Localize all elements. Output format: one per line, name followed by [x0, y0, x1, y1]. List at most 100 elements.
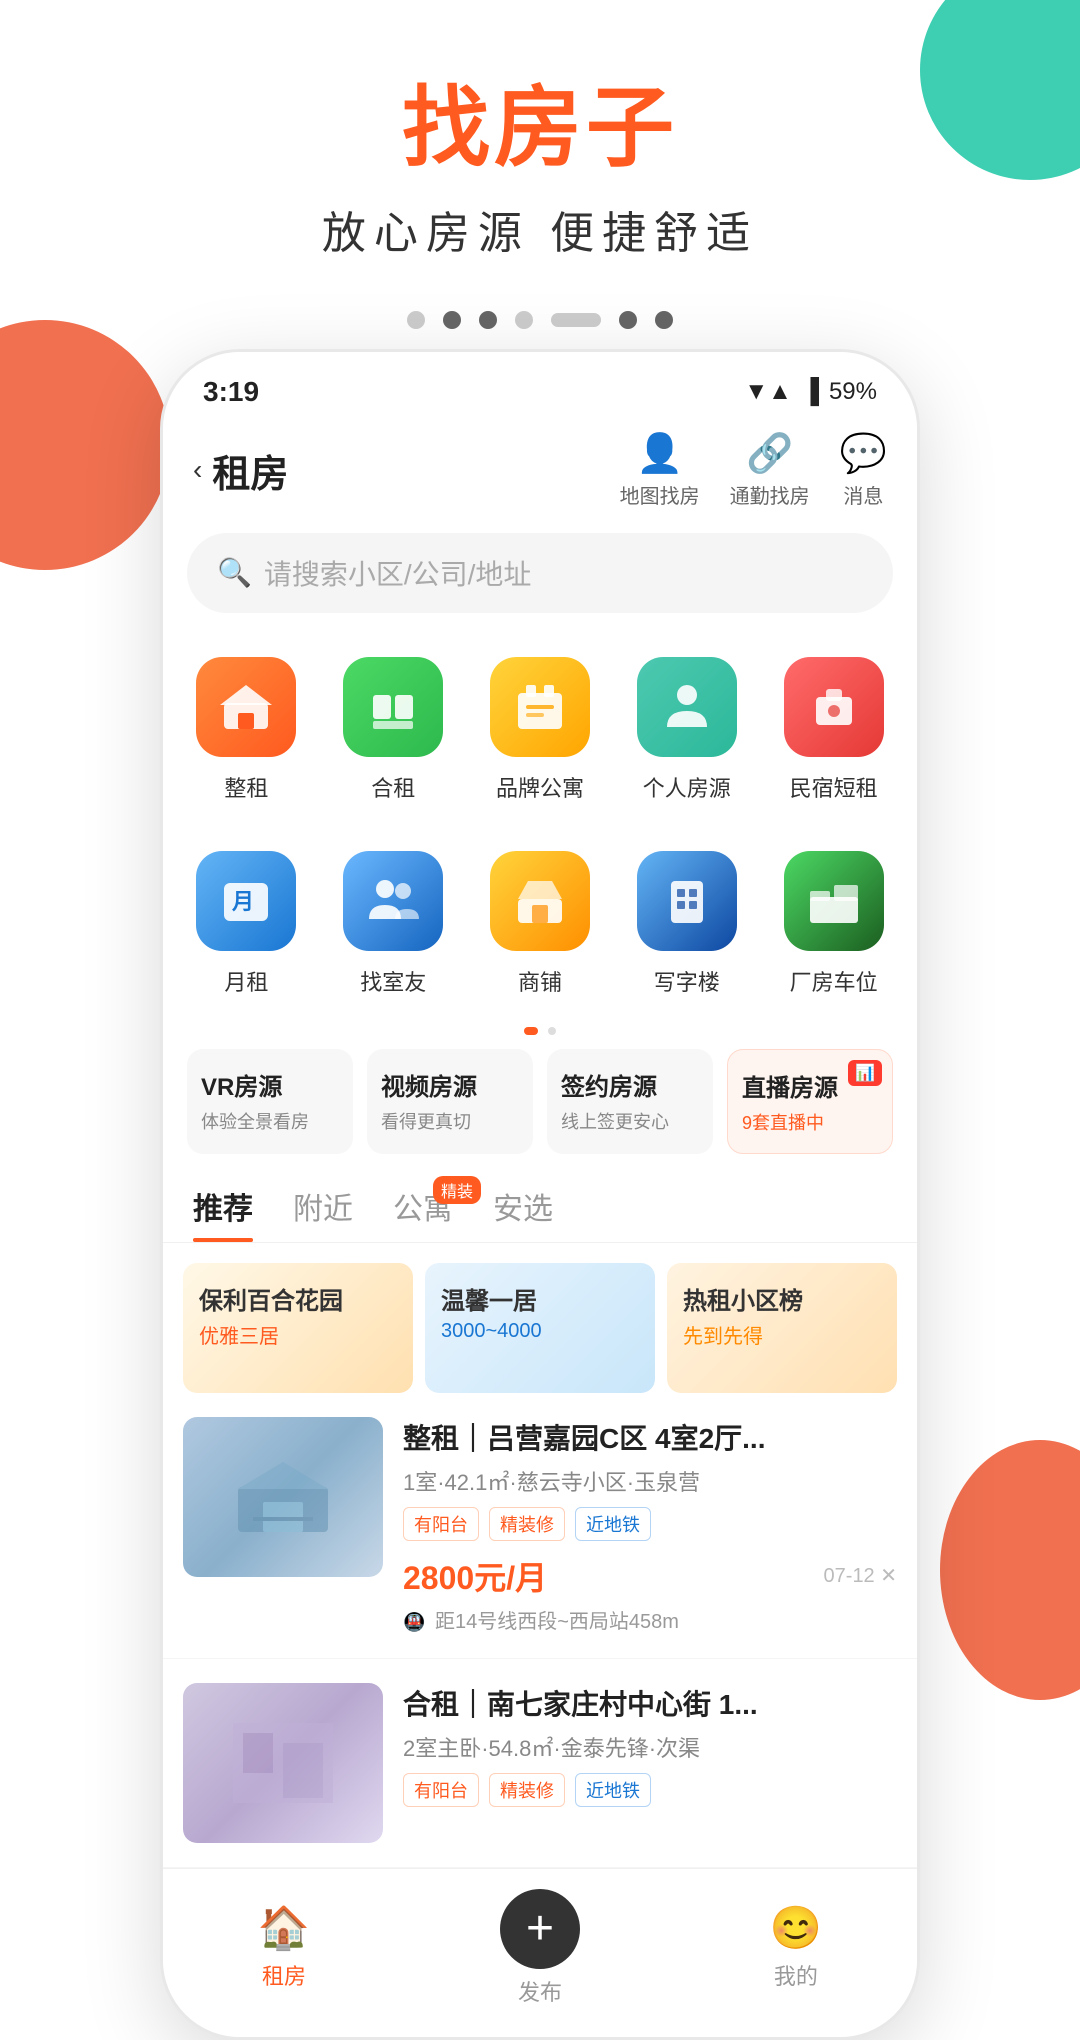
phone-mockup: 3:19 ▼▲ ▐ 59% ‹ 租房 👤 地图找房 🔗 通勤找房 💬 消息	[160, 349, 920, 2040]
pagination-dots	[0, 291, 1080, 329]
signal-icon: ▐	[802, 378, 819, 406]
dot-6[interactable]	[655, 311, 673, 329]
video-sub: 看得更真切	[381, 1108, 519, 1134]
dot-1[interactable]	[407, 311, 425, 329]
category-label-changfang: 厂房车位	[790, 965, 878, 997]
bottom-tab-rent[interactable]: 🏠 租房	[258, 1904, 310, 1991]
category-label-shiyou: 找室友	[360, 965, 426, 997]
message-icon: 💬	[840, 432, 887, 476]
category-icon-changfang	[784, 851, 884, 951]
listing-img-inner-1	[183, 1417, 383, 1577]
promo-card-1[interactable]: 保利百合花园 优雅三居	[183, 1263, 413, 1393]
live-icon: 📊	[848, 1060, 882, 1086]
publish-label: 发布	[518, 1975, 562, 2007]
dot-4[interactable]	[515, 311, 533, 329]
category-geren[interactable]: 个人房源	[613, 643, 760, 817]
category-zhengzu[interactable]: 整租	[173, 643, 320, 817]
feature-card-video[interactable]: 视频房源 看得更真切	[367, 1049, 533, 1154]
promo-sub-1: 优雅三居	[183, 1320, 413, 1349]
category-xiezi[interactable]: 写字楼	[613, 837, 760, 1011]
bg-decoration-orange-right	[940, 1440, 1080, 1700]
battery-text: 59%	[829, 378, 877, 406]
category-grid-row1: 整租 合租 品牌公寓 个人房源 民宿短租	[163, 633, 917, 827]
listing-content-1: 整租｜吕营嘉园C区 4室2厅... 1室·42.1㎡·慈云寺小区·玉泉营 有阳台…	[403, 1417, 897, 1634]
page-subtitle: 放心房源 便捷舒适	[0, 197, 1080, 261]
category-label-pinpai: 品牌公寓	[496, 771, 584, 803]
promo-row: 保利百合花园 优雅三居 温馨一居 3000~4000 热租小区榜 先到先得	[163, 1243, 917, 1393]
search-icon: 🔍	[217, 556, 252, 589]
feature-card-live[interactable]: 📊 直播房源 9套直播中	[727, 1049, 893, 1154]
listing-price-row-1: 2800元/月 07-12 ✕	[403, 1553, 897, 1599]
page-header: 找房子 放心房源 便捷舒适	[0, 0, 1080, 291]
live-count: 9套直播中	[742, 1109, 878, 1135]
apartment-badge: 精装	[433, 1176, 481, 1204]
category-label-xiezi: 写字楼	[654, 965, 720, 997]
message-button[interactable]: 💬 消息	[840, 432, 887, 509]
promo-card-3[interactable]: 热租小区榜 先到先得	[667, 1263, 897, 1393]
category-label-minsu: 民宿短租	[790, 771, 878, 803]
add-button[interactable]: +	[500, 1889, 580, 1969]
svg-text:月: 月	[231, 889, 254, 914]
map-label: 地图找房	[620, 480, 700, 509]
wifi-icon: ▼▲	[744, 378, 792, 406]
rent-icon: 🏠	[258, 1904, 310, 1953]
mine-icon: 😊	[770, 1904, 822, 1953]
commute-label: 通勤找房	[730, 480, 810, 509]
category-yuzu[interactable]: 月 月租	[173, 837, 320, 1011]
category-minsu[interactable]: 民宿短租	[760, 643, 907, 817]
tab-selected-label: 安选	[493, 1193, 553, 1226]
tab-selected[interactable]: 安选	[493, 1184, 553, 1242]
listing-img-inner-2	[183, 1683, 383, 1843]
bottom-bar: 🏠 租房 + 发布 😊 我的	[163, 1868, 917, 2037]
promo-title-1: 保利百合花园	[183, 1263, 413, 1320]
feature-card-signed[interactable]: 签约房源 线上签更安心	[547, 1049, 713, 1154]
status-bar: 3:19 ▼▲ ▐ 59%	[163, 352, 917, 418]
status-icons: ▼▲ ▐ 59%	[744, 378, 877, 406]
tag-metro-2: 近地铁	[575, 1773, 651, 1807]
feature-card-vr[interactable]: VR房源 体验全景看房	[187, 1049, 353, 1154]
promo-card-2[interactable]: 温馨一居 3000~4000	[425, 1263, 655, 1393]
dot-pill[interactable]	[551, 313, 601, 327]
listing-item-1[interactable]: 整租｜吕营嘉园C区 4室2厅... 1室·42.1㎡·慈云寺小区·玉泉营 有阳台…	[163, 1393, 917, 1659]
dot-2[interactable]	[443, 311, 461, 329]
promo-sub-2: 3000~4000	[425, 1320, 655, 1343]
search-placeholder-text: 请搜索小区/公司/地址	[264, 553, 532, 593]
promo-title-2: 温馨一居	[425, 1263, 655, 1320]
tag-jingzhuang-1: 精装修	[489, 1507, 565, 1541]
listing-tags-2: 有阳台 精装修 近地铁	[403, 1773, 897, 1807]
category-shiyou[interactable]: 找室友	[320, 837, 467, 1011]
category-grid-row2: 月 月租 找室友 商铺 写字楼 厂房车位	[163, 827, 917, 1021]
tab-nearby[interactable]: 附近	[293, 1184, 353, 1242]
tag-yangtai-2: 有阳台	[403, 1773, 479, 1807]
tab-nearby-label: 附近	[293, 1193, 353, 1226]
rent-label: 租房	[262, 1959, 306, 1991]
category-label-zhengzu: 整租	[224, 771, 268, 803]
tab-apartment[interactable]: 公寓 精装	[393, 1184, 453, 1242]
back-button[interactable]: ‹	[193, 454, 202, 486]
dot-5[interactable]	[619, 311, 637, 329]
page-indicator	[163, 1027, 917, 1035]
map-search-button[interactable]: 👤 地图找房	[620, 432, 700, 509]
category-hezu[interactable]: 合租	[320, 643, 467, 817]
commute-search-button[interactable]: 🔗 通勤找房	[730, 432, 810, 509]
listing-info-1: 1室·42.1㎡·慈云寺小区·玉泉营	[403, 1465, 897, 1497]
bottom-tab-mine[interactable]: 😊 我的	[770, 1904, 822, 1991]
listing-content-2: 合租｜南七家庄村中心街 1... 2室主卧·54.8㎡·金泰先锋·次渠 有阳台 …	[403, 1683, 897, 1843]
bottom-tab-publish[interactable]: + 发布	[500, 1889, 580, 2007]
tab-recommend[interactable]: 推荐	[193, 1184, 253, 1242]
bg-decoration-orange-left	[0, 320, 170, 570]
listing-img-1	[183, 1417, 383, 1577]
listing-distance-1: 🚇 距14号线西段~西局站458m	[403, 1605, 897, 1634]
listing-item-2[interactable]: 合租｜南七家庄村中心街 1... 2室主卧·54.8㎡·金泰先锋·次渠 有阳台 …	[163, 1659, 917, 1868]
listing-date-1: 07-12 ✕	[824, 1563, 897, 1588]
category-changfang[interactable]: 厂房车位	[760, 837, 907, 1011]
search-bar[interactable]: 🔍 请搜索小区/公司/地址	[187, 533, 893, 613]
category-icon-hezu	[343, 657, 443, 757]
signed-title: 签约房源	[561, 1067, 699, 1102]
category-label-hezu: 合租	[371, 771, 415, 803]
promo-title-3: 热租小区榜	[667, 1263, 897, 1320]
category-shangpu[interactable]: 商铺	[467, 837, 614, 1011]
dot-3[interactable]	[479, 311, 497, 329]
listing-title-1: 整租｜吕营嘉园C区 4室2厅...	[403, 1417, 897, 1457]
category-pinpai[interactable]: 品牌公寓	[467, 643, 614, 817]
